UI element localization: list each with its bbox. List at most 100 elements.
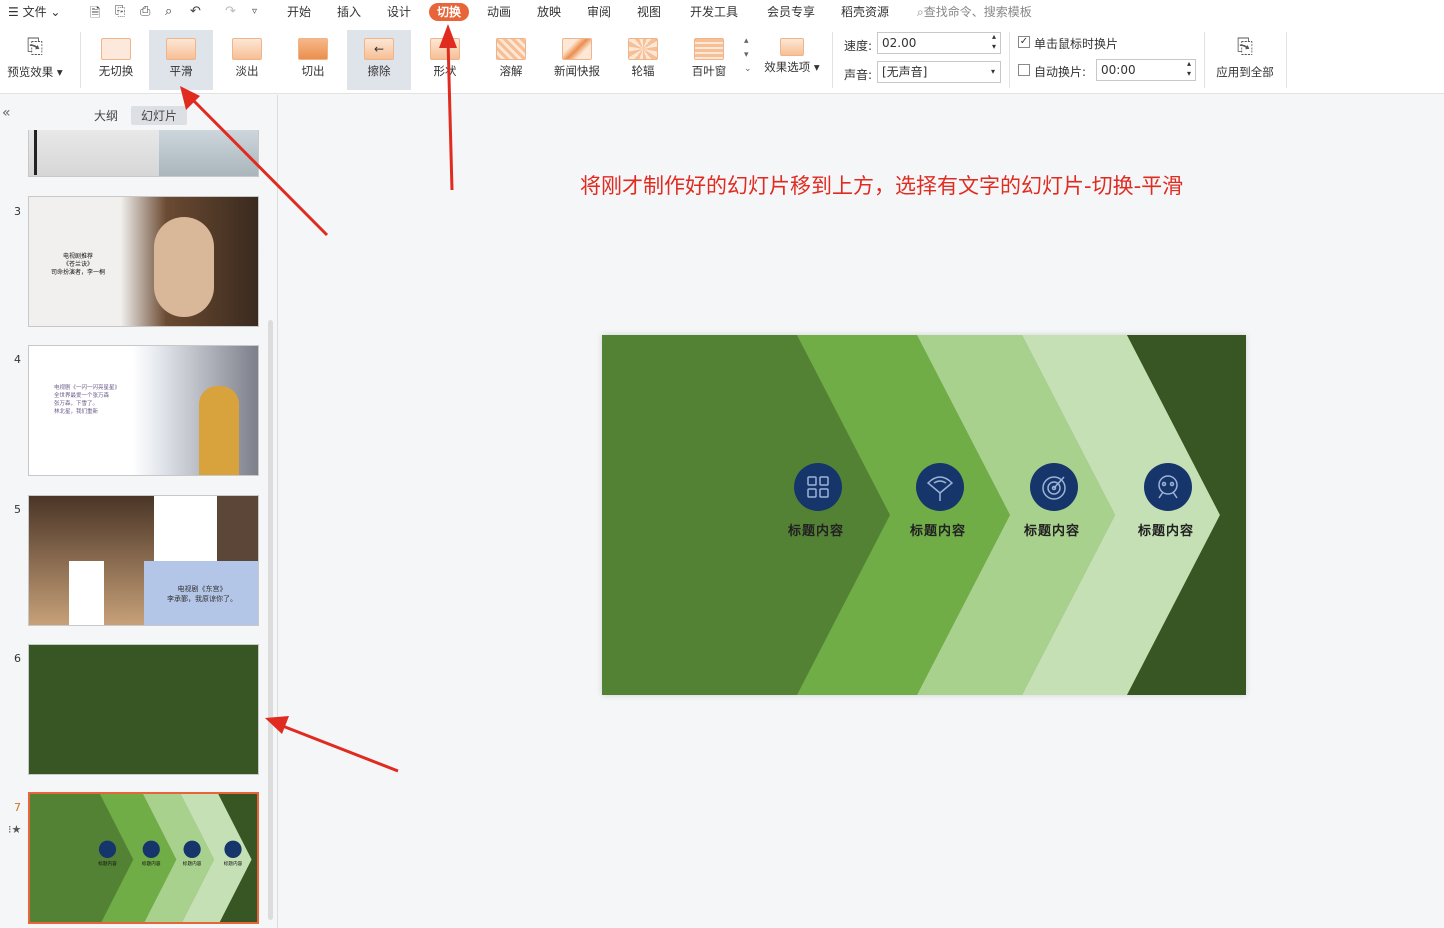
slide-number: 6 — [14, 652, 21, 665]
effect-options-button[interactable]: 效果选项 ▾ — [760, 30, 824, 90]
slide-figure — [154, 217, 214, 317]
transition-label: 擦除 — [367, 64, 391, 78]
tab-transition[interactable]: 切换 — [429, 3, 470, 21]
file-menu[interactable]: ☰ 文件 ⌄ — [8, 3, 60, 21]
preview-icon: ⎘ — [27, 34, 43, 58]
transition-fade-button[interactable]: 淡出 — [215, 30, 279, 90]
transition-label: 平滑 — [169, 64, 193, 78]
chevron-down-icon: ▾ — [990, 67, 995, 76]
apply-all-icon: ⎘ — [1237, 34, 1253, 58]
print-icon[interactable]: ⎙ — [140, 4, 150, 19]
tab-review[interactable]: 审阅 — [587, 3, 611, 21]
slide-panel: « 大纲 幻灯片 3 电视剧推荐 《苍兰诀》 司命扮演者，李一桐 4 电视剧《一… — [0, 95, 278, 928]
file-label: 文件 — [22, 5, 47, 19]
tab-start[interactable]: 开始 — [287, 3, 311, 21]
chevron-background — [602, 335, 1246, 695]
slide-thumbnail-4[interactable]: 电视剧《一闪一闪亮星星》 全世界最爱一个张万森 张万森，下雪了。 林北星，我们重… — [28, 345, 259, 476]
click-switch-checkbox[interactable]: ✓ — [1018, 36, 1030, 48]
slide-text: 电视剧《东宫》 — [177, 585, 227, 593]
collapse-panel-icon[interactable]: « — [2, 105, 11, 121]
tab-slideshow[interactable]: 放映 — [537, 3, 561, 21]
apply-all-button[interactable]: ⎘ 应用到全部 — [1210, 30, 1280, 90]
tab-view[interactable]: 视图 — [637, 3, 661, 21]
transition-smooth-button[interactable]: 平滑 — [149, 30, 213, 90]
tab-member[interactable]: 会员专享 — [767, 3, 815, 21]
slide-text: 全世界最爱一个张万森 — [54, 393, 110, 399]
slide-text: 李承鄞，我原谅你了。 — [167, 595, 237, 603]
transition-ribbon: ⎘ 预览效果 ▾ 无切换 平滑 淡出 切出 ← 擦除 形状 溶解 新闻快报 轮辐 … — [0, 24, 1444, 94]
dissolve-thumb-icon — [496, 38, 526, 60]
speed-value: 02.00 — [882, 36, 917, 50]
speed-input[interactable]: 02.00 ▴ ▾ — [877, 32, 1001, 54]
gallery-scroll[interactable]: ▴ ▾ ⌄ — [744, 34, 752, 76]
tab-outline[interactable]: 大纲 — [84, 106, 128, 125]
slide-number: 3 — [14, 205, 21, 218]
slide-text: 司命扮演者，李一桐 — [51, 269, 106, 276]
instruction-annotation: 将刚才制作好的幻灯片移到上方，选择有文字的幻灯片-切换-平滑 — [580, 174, 1184, 198]
slide-number: 4 — [14, 353, 21, 366]
slide-thumbnail-6[interactable] — [28, 644, 259, 775]
fade-thumb-icon — [232, 38, 262, 60]
time-stepper-icon[interactable]: ▴ ▾ — [1187, 59, 1191, 79]
sound-label: 声音: — [844, 68, 873, 82]
save-icon[interactable]: 🗎 — [90, 4, 100, 26]
transition-news-button[interactable]: 新闻快报 — [545, 30, 609, 90]
slide-thumbnail-5[interactable]: 电视剧《东宫》 李承鄞，我原谅你了。 — [28, 495, 259, 626]
transition-dissolve-button[interactable]: 溶解 — [479, 30, 543, 90]
print-preview-icon[interactable]: ⌕ — [165, 4, 172, 19]
tab-insert[interactable]: 插入 — [337, 3, 361, 21]
click-switch-label: 单击鼠标时换片 — [1034, 37, 1119, 51]
slide-text: 林北星，我们重新 — [54, 409, 99, 415]
customize-chevron-icon[interactable]: ▿ — [252, 6, 257, 17]
command-search[interactable]: ⌕查找命令、搜索模板 — [917, 3, 1032, 21]
auto-time-value: 00:00 — [1101, 63, 1136, 77]
transition-wipe-button[interactable]: ← 擦除 — [347, 30, 411, 90]
transition-label: 溶解 — [499, 64, 523, 78]
gallery-more-icon[interactable]: ⌄ — [744, 62, 752, 76]
slide-figure — [199, 386, 239, 475]
tab-developer[interactable]: 开发工具 — [690, 3, 738, 21]
slide-thumbnail-3[interactable]: 电视剧推荐 《苍兰诀》 司命扮演者，李一桐 — [28, 196, 259, 327]
slide-text: 电视剧推荐 — [63, 253, 94, 260]
export-pdf-icon[interactable]: ⎘ — [115, 4, 125, 19]
tab-animation[interactable]: 动画 — [487, 3, 511, 21]
divider — [80, 32, 81, 88]
slide-item-title[interactable]: 标题内容 — [1138, 520, 1194, 539]
blinds-thumb-icon — [694, 38, 724, 60]
transition-none-button[interactable]: 无切换 — [84, 30, 148, 90]
preview-effect-button[interactable]: ⎘ 预览效果 ▾ — [0, 30, 70, 90]
tab-docer[interactable]: 稻壳资源 — [841, 3, 889, 21]
gallery-up-icon[interactable]: ▴ — [744, 34, 752, 48]
transition-cut-button[interactable]: 切出 — [281, 30, 345, 90]
slide-thumbnail-7[interactable]: 标题内容 标题内容 标题内容 标题内容 — [28, 792, 259, 924]
slide-thumbnail-2[interactable] — [28, 130, 259, 177]
undo-icon[interactable]: ↶ — [190, 4, 201, 19]
slide-item-title[interactable]: 标题内容 — [788, 520, 844, 539]
redo-icon[interactable]: ↷ — [225, 4, 236, 19]
transition-wheel-button[interactable]: 轮辐 — [611, 30, 675, 90]
divider — [1204, 32, 1205, 88]
auto-switch-checkbox[interactable] — [1018, 64, 1030, 76]
transition-label: 轮辐 — [631, 64, 655, 78]
slide-text: 张万森，下雪了。 — [54, 401, 99, 407]
auto-time-input[interactable]: 00:00 ▴ ▾ — [1096, 59, 1196, 81]
gallery-down-icon[interactable]: ▾ — [744, 48, 752, 62]
robot-icon[interactable] — [1144, 463, 1192, 511]
slide-bar — [34, 130, 37, 175]
slide-item-title[interactable]: 标题内容 — [1024, 520, 1080, 539]
tab-slides[interactable]: 幻灯片 — [131, 106, 188, 125]
tab-design[interactable]: 设计 — [387, 3, 411, 21]
target-icon[interactable] — [1030, 463, 1078, 511]
panel-scrollbar[interactable] — [268, 320, 273, 920]
speed-stepper-icon[interactable]: ▴ ▾ — [992, 32, 996, 52]
search-icon: ⌕ — [917, 5, 924, 19]
divider — [1009, 32, 1010, 88]
transition-shape-button[interactable]: 形状 — [413, 30, 477, 90]
sound-select[interactable]: [无声音] ▾ — [877, 61, 1001, 83]
transition-blinds-button[interactable]: 百叶窗 — [677, 30, 741, 90]
slide-canvas[interactable]: 标题内容 标题内容 标题内容 标题内容 — [602, 335, 1246, 695]
sound-value: [无声音] — [882, 65, 928, 79]
grid-chart-icon[interactable] — [794, 463, 842, 511]
fan-icon[interactable] — [916, 463, 964, 511]
slide-item-title[interactable]: 标题内容 — [910, 520, 966, 539]
